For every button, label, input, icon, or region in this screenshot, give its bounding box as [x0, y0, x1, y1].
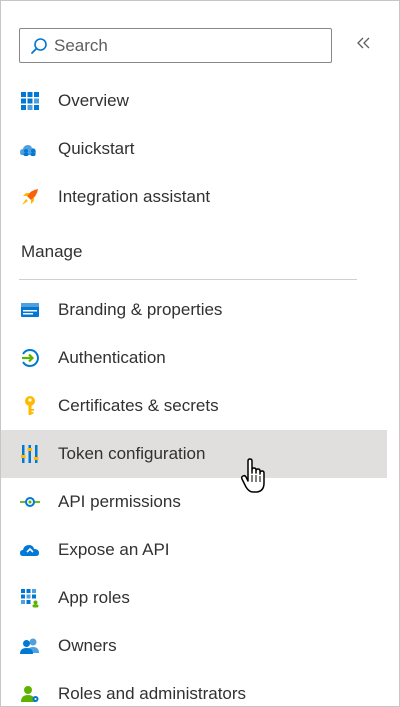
api-permissions-icon [19, 491, 41, 513]
sidebar-item-label: Integration assistant [58, 187, 211, 206]
sidebar-item-label: Quickstart [58, 139, 135, 158]
sidebar-item-label: Branding & properties [58, 300, 223, 319]
double-chevron-left-icon [356, 36, 372, 55]
cloud-people-icon [19, 138, 41, 160]
app-roles-grid-icon [19, 587, 41, 609]
key-icon [19, 395, 41, 417]
sidebar-item-api-permissions[interactable]: API permissions [1, 478, 399, 526]
rocket-icon [19, 186, 41, 208]
sidebar-item-owners[interactable]: Owners [1, 622, 399, 670]
sidebar-item-expose-an-api[interactable]: Expose an API [1, 526, 399, 574]
section-header-manage: Manage [21, 242, 83, 261]
grid-icon [19, 90, 41, 112]
sidebar-item-quickstart[interactable]: Quickstart [1, 125, 399, 173]
search-box[interactable] [19, 28, 332, 63]
sidebar-item-label: Certificates & secrets [58, 396, 219, 415]
sidebar-item-certificates-secrets[interactable]: Certificates & secrets [1, 382, 399, 430]
sidebar-item-branding-properties[interactable]: Branding & properties [1, 286, 399, 334]
sidebar-item-label: API permissions [58, 492, 181, 511]
branding-card-icon [19, 299, 41, 321]
app-registration-sidebar: Overview Quickstart [0, 0, 400, 707]
collapse-sidebar-button[interactable] [353, 33, 375, 57]
sidebar-item-app-roles[interactable]: App roles [1, 574, 399, 622]
search-input[interactable] [54, 35, 314, 56]
sidebar-item-label: Expose an API [58, 540, 170, 559]
sidebar-item-authentication[interactable]: Authentication [1, 334, 399, 382]
sidebar-item-token-configuration[interactable]: Token configuration [1, 430, 387, 478]
sidebar-item-label: Overview [58, 91, 129, 110]
section-divider [19, 279, 357, 280]
search-icon [28, 35, 50, 57]
sidebar-item-label: Authentication [58, 348, 166, 367]
sidebar-item-overview[interactable]: Overview [1, 77, 399, 125]
owners-people-icon [19, 635, 41, 657]
sidebar-item-label: Token configuration [58, 444, 206, 463]
sidebar-item-roles-and-administrators[interactable]: Roles and administrators [1, 670, 399, 706]
roles-admin-icon [19, 683, 41, 705]
authentication-icon [19, 347, 41, 369]
token-bars-icon [19, 443, 41, 465]
sidebar-item-integration-assistant[interactable]: Integration assistant [1, 173, 399, 221]
sidebar-item-label: App roles [58, 588, 130, 607]
sidebar-item-label: Owners [58, 636, 117, 655]
cloud-expose-icon [19, 539, 41, 561]
sidebar-menu: Overview Quickstart Integration assistan… [1, 77, 399, 706]
sidebar-item-label: Roles and administrators [58, 684, 247, 703]
